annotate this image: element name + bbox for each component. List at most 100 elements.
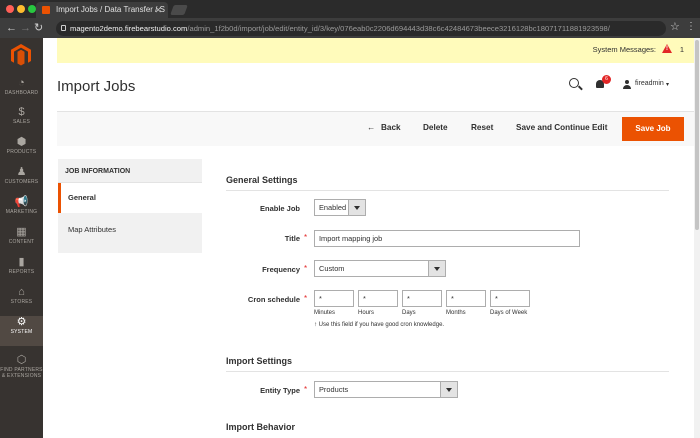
sidebar-item-label: CUSTOMERS <box>4 179 39 185</box>
entity-type-value: Products <box>319 385 349 394</box>
sidebar-item-system[interactable]: ⚙ SYSTEM <box>0 316 43 346</box>
address-bar[interactable]: magento2demo.firebearstudio.com/admin_1f… <box>56 21 666 36</box>
cron-schedule-label: Cron schedule <box>247 295 300 304</box>
forward-arrow-icon[interactable]: → <box>20 20 31 36</box>
title-input[interactable]: Import mapping job <box>314 230 580 247</box>
cron-days-of-week-caption: Days of Week <box>490 310 528 316</box>
frequency-select[interactable]: Custom <box>314 260 446 277</box>
main-content: System Messages: ! 1 Import Jobs 6 firea… <box>43 38 694 438</box>
frequency-value: Custom <box>319 264 345 273</box>
required-asterisk: * <box>304 233 308 242</box>
reload-icon[interactable]: ↻ <box>34 20 43 36</box>
lock-icon <box>61 25 66 31</box>
sidebar-item-label: DASHBOARD <box>4 90 39 96</box>
import-behavior-title: Import Behavior <box>226 422 296 432</box>
chevron-down-icon <box>428 261 445 276</box>
bar-chart-icon: ▮ <box>18 256 25 268</box>
cron-help-note: ↑ Use this field if you have good cron k… <box>314 322 445 328</box>
page-scrollbar[interactable] <box>694 38 700 438</box>
url-path: /admin_1f2b0d/import/job/edit/entity_id/… <box>187 24 610 33</box>
title-label: Title <box>284 234 300 243</box>
enable-job-value: Enabled <box>319 203 347 212</box>
scrollbar-thumb[interactable] <box>695 40 699 230</box>
partners-icon: ⬡ <box>16 354 27 366</box>
cron-minutes-input[interactable]: * <box>314 290 354 307</box>
job-info-heading: JOB INFORMATION <box>58 159 202 183</box>
required-asterisk: * <box>304 294 308 303</box>
sidebar-item-label: FIND PARTNERS & EXTENSIONS <box>0 367 43 379</box>
sidebar-item-products[interactable]: ⬢ PRODUCTS <box>0 136 43 166</box>
required-asterisk: * <box>304 385 308 394</box>
cron-hours-input[interactable]: * <box>358 290 398 307</box>
chevron-down-icon <box>440 382 457 397</box>
tab-title: Import Jobs / Data Transfer / S <box>56 5 165 14</box>
bookmark-star-icon[interactable]: ☆ <box>670 20 680 33</box>
close-window-icon[interactable] <box>6 5 14 13</box>
cron-months-input[interactable]: * <box>446 290 486 307</box>
gear-icon: ⚙ <box>16 316 27 328</box>
cron-days-of-week-input[interactable]: * <box>490 290 530 307</box>
magento-logo-icon[interactable] <box>11 44 31 66</box>
search-icon[interactable] <box>569 78 579 88</box>
sidebar-item-label: MARKETING <box>5 209 38 215</box>
browser-chrome: Import Jobs / Data Transfer / S ✕ ← → ↻ … <box>0 0 700 38</box>
favicon-icon <box>42 6 50 14</box>
user-icon[interactable] <box>623 80 631 89</box>
store-icon: ⌂ <box>18 286 25 298</box>
sidebar-item-label: SYSTEM <box>10 329 33 335</box>
browser-menu-icon[interactable]: ⋮ <box>686 21 696 32</box>
dashboard-icon: ◔ <box>18 77 25 89</box>
url-host: magento2demo.firebearstudio.com <box>70 24 188 33</box>
cron-days-input[interactable]: * <box>402 290 442 307</box>
cron-hours-caption: Hours <box>358 310 375 316</box>
sidebar-item-label: REPORTS <box>8 269 35 275</box>
delete-button[interactable]: Delete <box>423 123 448 132</box>
system-messages-count: 1 <box>679 45 684 54</box>
maximize-window-icon[interactable] <box>28 5 36 13</box>
new-tab-button[interactable] <box>170 5 188 15</box>
sidebar-item-marketing[interactable]: 📢 MARKETING <box>0 196 43 226</box>
general-settings-title: General Settings <box>226 175 298 185</box>
page-title: Import Jobs <box>57 78 136 95</box>
cron-days-caption: Days <box>402 310 416 316</box>
browser-toolbar: ← → ↻ magento2demo.firebearstudio.com/ad… <box>0 18 700 38</box>
sidebar-item-customers[interactable]: ♟ CUSTOMERS <box>0 166 43 196</box>
username[interactable]: fireadmin <box>635 80 664 87</box>
dollar-icon: $ <box>18 106 25 118</box>
sidebar-item-label: STORES <box>10 299 33 305</box>
required-asterisk: * <box>304 264 308 273</box>
enable-job-label: Enable Job <box>259 204 300 213</box>
sidebar-item-stores[interactable]: ⌂ STORES <box>0 286 43 316</box>
cron-months-caption: Months <box>446 310 466 316</box>
browser-tab[interactable]: Import Jobs / Data Transfer / S ✕ <box>36 2 168 18</box>
save-job-button[interactable]: Save Job <box>622 117 684 141</box>
close-tab-icon[interactable]: ✕ <box>154 2 162 18</box>
sidebar-item-sales[interactable]: $ SALES <box>0 106 43 136</box>
chevron-down-icon <box>348 200 365 215</box>
back-arrow-icon[interactable]: ← <box>367 123 375 132</box>
megaphone-icon: 📢 <box>14 196 29 208</box>
chevron-down-icon[interactable]: ▾ <box>666 81 669 88</box>
system-messages-label: System Messages: <box>592 45 656 54</box>
back-button[interactable]: Back <box>381 123 401 132</box>
sidebar-item-dashboard[interactable]: ◔ DASHBOARD <box>0 77 43 107</box>
system-messages-bar[interactable]: System Messages: ! 1 <box>57 38 694 63</box>
sidebar-item-reports[interactable]: ▮ REPORTS <box>0 256 43 286</box>
sidebar-item-find-partners-extensions[interactable]: ⬡ FIND PARTNERS & EXTENSIONS <box>0 354 43 390</box>
minimize-window-icon[interactable] <box>17 5 25 13</box>
reset-button[interactable]: Reset <box>471 123 493 132</box>
sidebar-item-label: SALES <box>12 119 31 125</box>
enable-job-select[interactable]: Enabled <box>314 199 366 216</box>
sidebar-item-content[interactable]: ▦ CONTENT <box>0 226 43 256</box>
warning-icon: ! <box>662 44 672 53</box>
save-and-continue-button[interactable]: Save and Continue Edit <box>516 123 607 132</box>
entity-type-select[interactable]: Products <box>314 381 458 398</box>
sidebar-item-label: CONTENT <box>8 239 35 245</box>
back-arrow-icon[interactable]: ← <box>6 20 17 36</box>
divider <box>226 190 669 191</box>
notification-count-badge[interactable]: 6 <box>602 75 611 84</box>
tab-bar: Import Jobs / Data Transfer / S ✕ <box>0 0 700 18</box>
page-actions-bar: ← Back Delete Reset Save and Continue Ed… <box>57 111 694 146</box>
sidebar-item-label: PRODUCTS <box>6 149 37 155</box>
person-icon: ♟ <box>16 166 27 178</box>
